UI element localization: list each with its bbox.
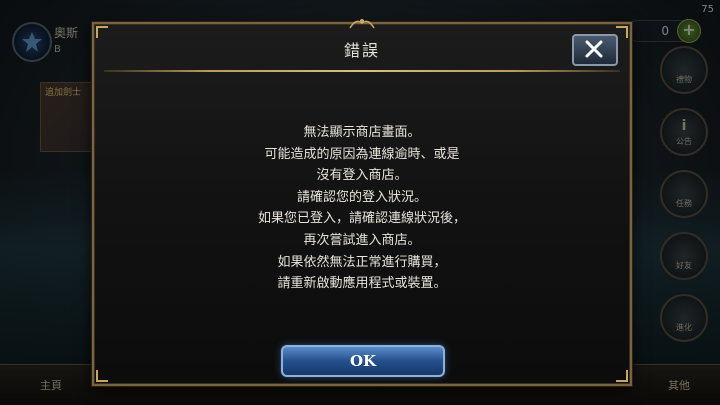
close-button[interactable] <box>572 34 618 66</box>
message-line: 請重新啟動應用程式或裝置。 <box>277 276 447 292</box>
message-line: 如果您已登入，請確認連線狀況後， <box>257 211 466 227</box>
message-line: 沒有登入商店。 <box>316 168 408 184</box>
ok-button[interactable]: OK <box>281 345 445 377</box>
title-divider <box>104 70 620 72</box>
message-line: 請確認您的登入狀況。 <box>296 189 427 205</box>
dialog-corner <box>96 370 108 382</box>
error-message: 無法顯示商店畫面。 可能造成的原因為連線逾時、或是 沒有登入商店。 請確認您的登… <box>94 122 630 295</box>
error-dialog: 錯誤 無法顯示商店畫面。 可能造成的原因為連線逾時、或是 沒有登入商店。 請確認… <box>92 19 632 386</box>
dialog-header: 錯誤 <box>94 24 630 70</box>
message-line: 如果依然無法正常進行購買， <box>277 254 447 270</box>
close-icon <box>585 40 603 58</box>
dialog-title: 錯誤 <box>343 41 380 60</box>
message-line: 可能造成的原因為連線逾時、或是 <box>264 146 460 162</box>
dialog-corner <box>616 370 628 382</box>
message-line: 無法顯示商店畫面。 <box>303 125 421 140</box>
message-line: 再次嘗試進入商店。 <box>303 232 421 248</box>
